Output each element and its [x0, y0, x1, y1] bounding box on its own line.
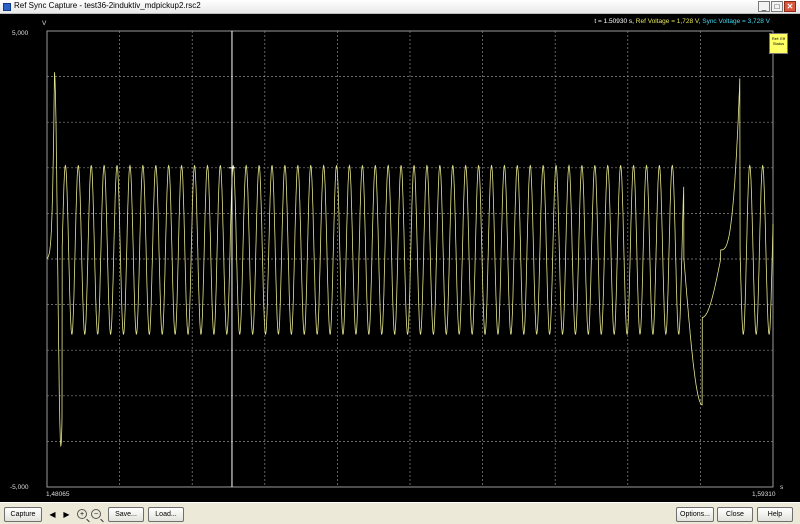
readout-sync-voltage: Sync Voltage = 3,728 V — [702, 18, 770, 25]
capture-button[interactable]: Capture — [4, 507, 42, 522]
close-window-button[interactable]: ✕ — [784, 1, 796, 12]
bottom-toolbar: Capture ◀ ▶ + − Save... Load... Options.… — [0, 502, 800, 524]
y-axis-max-label: 5,000 — [12, 30, 29, 37]
zoom-out-icon[interactable]: − — [91, 509, 101, 519]
title-bar: Ref Sync Capture - test36-2induktiv_mdpi… — [0, 0, 800, 14]
next-arrow-icon[interactable]: ▶ — [60, 508, 73, 521]
prev-arrow-icon[interactable]: ◀ — [46, 508, 59, 521]
plot-area[interactable]: t = 1.50930 s, Ref Voltage = 1,728 V, Sy… — [0, 14, 800, 502]
save-button[interactable]: Save... — [108, 507, 144, 522]
app-icon — [3, 3, 11, 11]
help-button[interactable]: Help — [757, 507, 793, 522]
window-title: Ref Sync Capture - test36-2induktiv_mdpi… — [14, 1, 201, 10]
x-axis-max-label: 1,59310 — [752, 491, 776, 498]
oscilloscope-plot[interactable] — [0, 14, 800, 502]
close-button[interactable]: Close — [717, 507, 753, 522]
x-axis-min-label: 1,48065 — [46, 491, 70, 498]
y-axis-unit: V — [42, 20, 47, 27]
maximize-button[interactable]: □ — [771, 1, 783, 12]
cursor-readout: t = 1.50930 s, Ref Voltage = 1,728 V, Sy… — [594, 18, 770, 25]
readout-ref-voltage: Ref Voltage = 1,728 V, — [635, 18, 701, 25]
legend-box[interactable]: Ref: Eff Status — [769, 33, 788, 54]
y-axis-min-label: -5,000 — [10, 484, 29, 491]
minimize-button[interactable]: _ — [758, 1, 770, 12]
options-button[interactable]: Options... — [676, 507, 714, 522]
legend-line-2: Status — [772, 41, 785, 46]
x-axis-unit: s — [780, 484, 784, 491]
load-button[interactable]: Load... — [148, 507, 184, 522]
readout-time: t = 1.50930 s, — [594, 18, 634, 25]
zoom-in-icon[interactable]: + — [77, 509, 87, 519]
